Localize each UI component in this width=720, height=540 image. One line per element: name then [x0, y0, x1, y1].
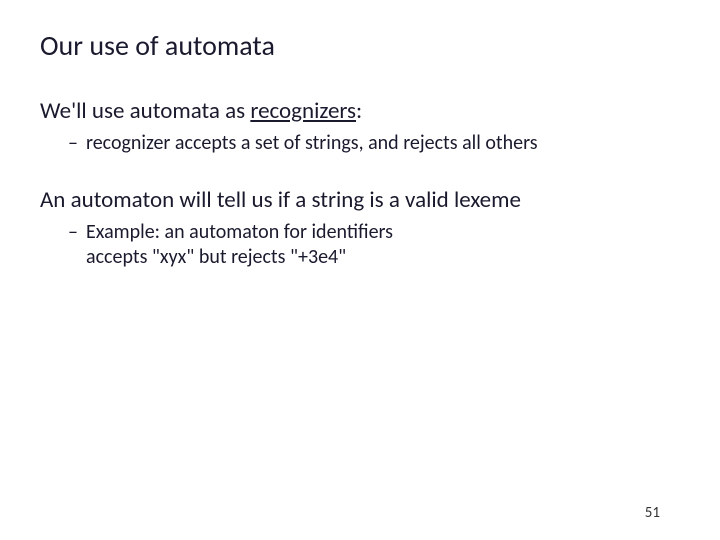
bullet-2: Example: an automaton for identifiers ac… [68, 220, 680, 270]
paragraph-2: An automaton will tell us if a string is… [40, 186, 680, 214]
bullet-2-line-a: Example: an automaton for identifiers [86, 220, 393, 244]
p1-post: : [356, 97, 362, 125]
bullet-1: recognizer accepts a set of strings, and… [68, 131, 680, 156]
page-number: 51 [645, 504, 660, 522]
p1-underlined: recognizers [250, 97, 356, 125]
sublist-2: Example: an automaton for identifiers ac… [68, 220, 680, 270]
slide-title: Our use of automata [40, 28, 680, 63]
paragraph-1: We'll use automata as recognizers: [40, 97, 680, 125]
p1-pre: We'll use automata as [40, 97, 250, 125]
sublist-1: recognizer accepts a set of strings, and… [68, 131, 680, 156]
bullet-2-line-b: accepts "xyx" but rejects "+3e4" [86, 245, 346, 269]
